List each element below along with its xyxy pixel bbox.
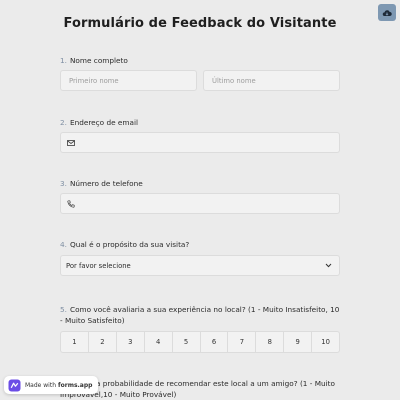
last-name-placeholder: Último nome — [212, 77, 256, 85]
rating-option-2[interactable]: 2 — [87, 331, 117, 353]
rating-option-4[interactable]: 4 — [143, 331, 173, 353]
rating-option-3[interactable]: 3 — [115, 331, 145, 353]
form-title: Formulário de Feedback do Visitante — [63, 16, 337, 31]
question-text: Como você avaliaria a sua experiência no… — [60, 305, 340, 325]
rating-option-6[interactable]: 6 — [199, 331, 229, 353]
question-full-name: 1. Nome completo — [60, 56, 340, 67]
badge-brand: forms.app — [58, 381, 93, 389]
question-number: 5. — [60, 305, 67, 314]
made-with-badge[interactable]: Made with forms.app — [4, 376, 99, 394]
visit-purpose-select[interactable]: Por favor selecione — [60, 255, 340, 276]
rating-option-8[interactable]: 8 — [255, 331, 285, 353]
rating-option-5[interactable]: 5 — [171, 331, 201, 353]
question-text: Nome completo — [69, 56, 128, 65]
cloud-icon — [382, 9, 392, 16]
phone-input[interactable] — [60, 193, 340, 214]
rating-scale: 1 2 3 4 5 6 7 8 9 10 — [60, 331, 341, 353]
question-number: 4. — [60, 240, 67, 249]
cloud-button[interactable] — [378, 4, 396, 21]
question-label: 5. Como você avaliaria a sua experiência … — [60, 305, 340, 326]
question-phone: 3. Número de telefone — [60, 179, 340, 190]
question-text: Qual é a probabilidade de recomendar est… — [60, 379, 335, 399]
select-value: Por favor selecione — [66, 262, 131, 270]
question-recommend: 6.Qual é a probabilidade de recomendar e… — [60, 379, 340, 400]
badge-prefix: Made with — [25, 381, 56, 389]
chevron-down-icon — [325, 263, 332, 268]
question-label: 4. Qual é o propósito da sua visita? — [60, 240, 340, 251]
rating-option-1[interactable]: 1 — [60, 331, 89, 353]
question-email: 2. Endereço de email — [60, 118, 340, 129]
question-experience-rating: 5. Como você avaliaria a sua experiência … — [60, 305, 340, 326]
question-label: 2. Endereço de email — [60, 118, 340, 129]
first-name-placeholder: Primeiro nome — [69, 77, 119, 85]
question-label: 1. Nome completo — [60, 56, 340, 67]
form-page: Formulário de Feedback do Visitante 1. No… — [0, 0, 400, 400]
rating-option-7[interactable]: 7 — [227, 331, 257, 353]
question-number: 3. — [60, 179, 67, 188]
question-text: Número de telefone — [69, 179, 143, 188]
first-name-input[interactable]: Primeiro nome — [60, 70, 197, 91]
question-text: Qual é o propósito da sua visita? — [69, 240, 190, 249]
mail-icon — [67, 140, 75, 146]
question-visit-purpose: 4. Qual é o propósito da sua visita? — [60, 240, 340, 251]
question-number: 1. — [60, 56, 67, 65]
last-name-input[interactable]: Último nome — [203, 70, 340, 91]
rating-option-9[interactable]: 9 — [283, 331, 313, 353]
email-input[interactable] — [60, 132, 340, 153]
question-number: 2. — [60, 118, 67, 127]
question-label: 3. Número de telefone — [60, 179, 340, 190]
forms-app-logo-icon — [8, 379, 21, 391]
rating-option-10[interactable]: 10 — [311, 331, 341, 353]
phone-icon — [67, 200, 75, 208]
question-label: 6.Qual é a probabilidade de recomendar e… — [60, 379, 340, 400]
question-text: Endereço de email — [69, 118, 139, 127]
